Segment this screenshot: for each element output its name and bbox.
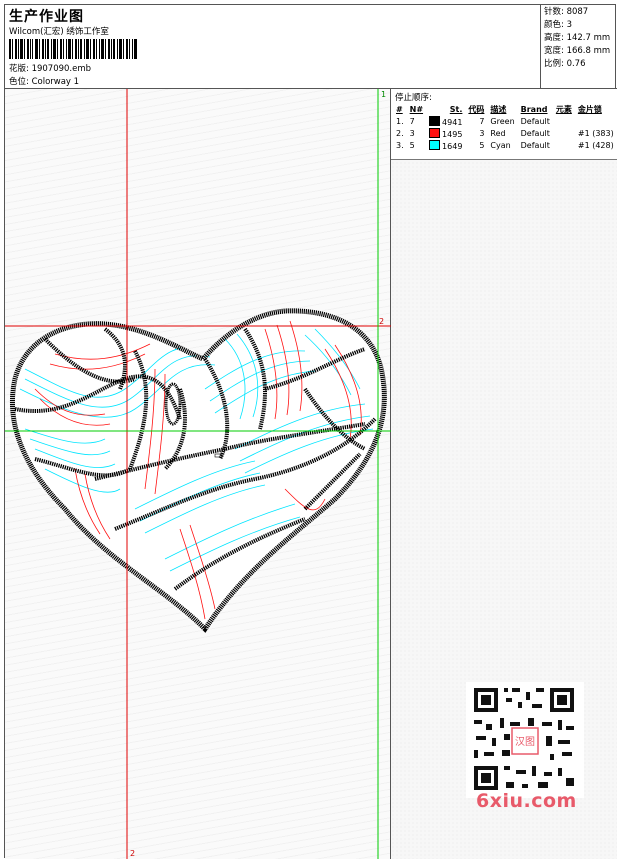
col-code: 代码 (468, 104, 485, 114)
stop-sequence-header: 停止顺序: # N# St. 代码 描述 Brand 元素 金片锁 1. 7 4… (391, 89, 617, 160)
row-brand: Default (520, 116, 550, 126)
color-swatch (429, 115, 441, 126)
stop-sequence-table: # N# St. 代码 描述 Brand 元素 金片锁 1. 7 4941 7 … (393, 103, 617, 151)
row-sequin: #1 (383) (577, 128, 614, 138)
table-row: 2. 3 1495 3 Red Default #1 (383) (393, 127, 617, 139)
col-stitches: St. (449, 104, 463, 114)
row-elements (553, 115, 575, 127)
col-sequin: 金片锁 (577, 104, 602, 114)
row-index: 2. (396, 128, 404, 138)
row-code: 3 (479, 128, 485, 138)
barcode (9, 39, 137, 59)
row-needle: 3 (409, 128, 415, 138)
row-index: 1. (396, 116, 404, 126)
col-elements: 元素 (555, 104, 572, 114)
col-index: # (396, 104, 403, 114)
row-needle: 5 (409, 140, 415, 150)
colorway: 色位: Colorway 1 (9, 77, 80, 87)
table-header-row: # N# St. 代码 描述 Brand 元素 金片锁 (393, 103, 617, 115)
row-code: 5 (479, 140, 485, 150)
heart-fill (12, 310, 385, 629)
watermark-logo: 6xiu.com (476, 790, 577, 812)
design-stats: 针数: 8087 颜色: 3 高度: 142.7 mm 宽度: 166.8 mm… (541, 5, 617, 89)
row-sequin: #1 (428) (577, 140, 614, 150)
table-row: 1. 7 4941 7 Green Default (393, 115, 617, 127)
stat-colors: 颜色: 3 (544, 20, 572, 30)
row-stitches: 1649 (426, 139, 465, 151)
row-code: 7 (479, 116, 485, 126)
design-canvas: 1 2 2 (5, 89, 391, 859)
row-brand: Default (520, 140, 550, 150)
guide-label-red-v: 2 (130, 849, 136, 858)
color-swatch (429, 139, 441, 150)
embroidery-preview (5, 89, 391, 859)
row-sequin (575, 115, 617, 127)
row-index: 3. (396, 140, 404, 150)
header-info: 生产作业图 Wilcom(汇宏) 绣饰工作室 花版: 1907090.emb 色… (5, 5, 541, 89)
stat-height: 高度: 142.7 mm (544, 33, 611, 43)
color-swatch (429, 127, 441, 138)
row-needle: 7 (409, 116, 415, 126)
qr-stamp-text: 汉图 (515, 736, 535, 748)
stitch-count: 4941 (442, 117, 463, 127)
row-elements (553, 127, 575, 139)
stat-width: 宽度: 166.8 mm (544, 46, 611, 56)
stat-scale: 比例: 0.76 (544, 59, 586, 69)
guide-label-red-h: 2 (379, 317, 385, 326)
table-row: 3. 5 1649 5 Cyan Default #1 (428) (393, 139, 617, 151)
col-brand: Brand (520, 104, 548, 114)
col-needle: N# (409, 104, 424, 114)
design-file: 花版: 1907090.emb (9, 64, 92, 74)
guide-label-green: 1 (381, 90, 387, 99)
page-title: 生产作业图 (9, 9, 84, 25)
row-stitches: 1495 (426, 127, 465, 139)
qr-code: 汉图 (466, 682, 584, 798)
row-desc: Cyan (490, 140, 511, 150)
stitch-count: 1649 (442, 141, 463, 151)
stitch-count: 1495 (442, 129, 463, 139)
col-desc: 描述 (490, 104, 507, 114)
stop-sequence-title: 停止顺序: (395, 93, 432, 103)
row-brand: Default (520, 128, 550, 138)
row-elements (553, 139, 575, 151)
row-desc: Red (490, 128, 506, 138)
stat-stitches: 针数: 8087 (544, 7, 589, 17)
row-desc: Green (490, 116, 515, 126)
row-stitches: 4941 (426, 115, 465, 127)
company-name: Wilcom(汇宏) 绣饰工作室 (9, 27, 109, 37)
